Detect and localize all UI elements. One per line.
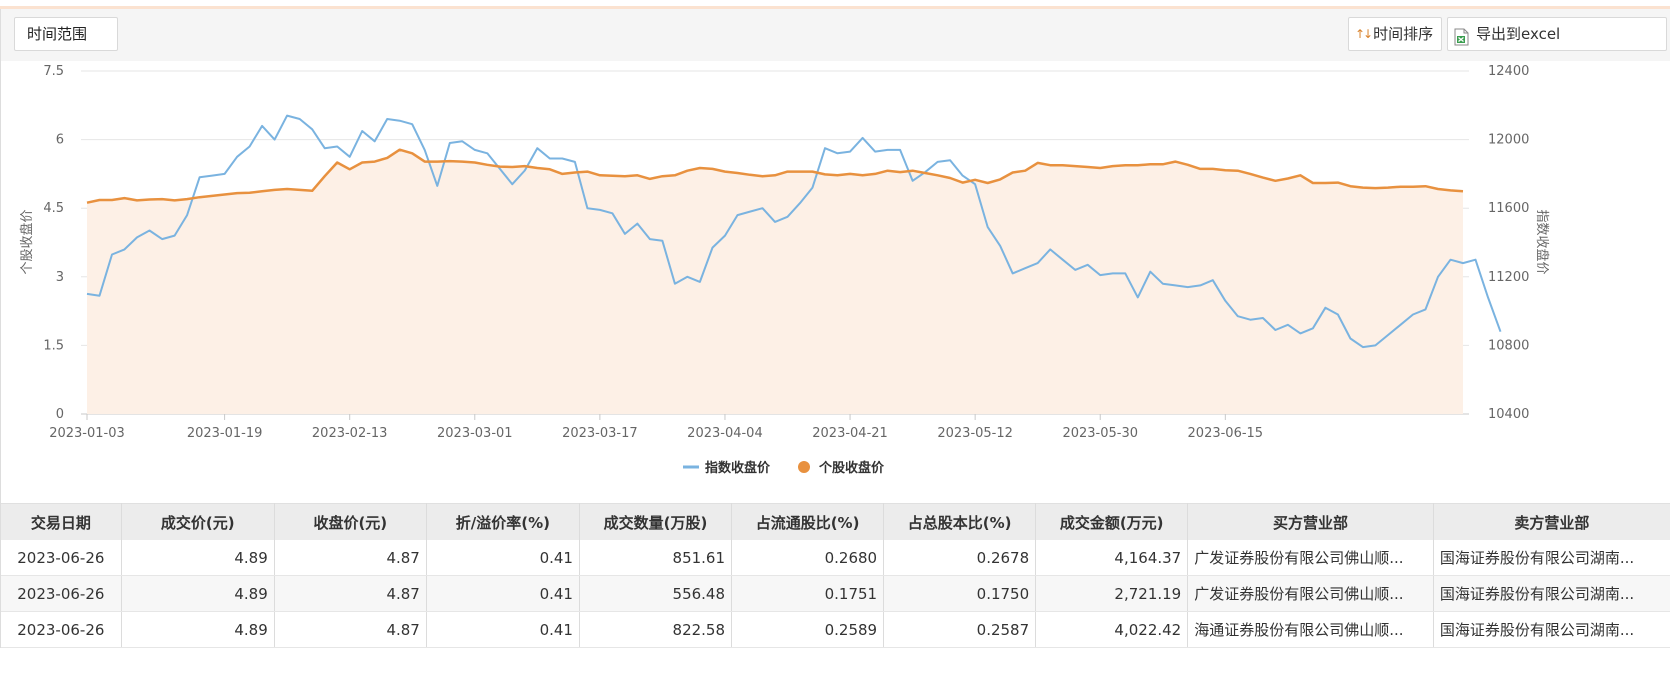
cell-volume: 822.58 [579,611,733,648]
top-accent-strip [0,0,1670,9]
export-excel-button[interactable]: 导出到excel [1447,17,1667,51]
x-axis-tick: 2023-04-21 [812,426,888,441]
cell-date: 2023-06-26 [1,540,122,576]
x-axis-tick: 2023-06-15 [1188,426,1264,441]
cell-premium-rate: 0.41 [426,575,580,612]
x-axis-tick: 2023-01-19 [187,426,263,441]
col-amount[interactable]: 成交金额(万元) [1035,503,1189,540]
right-axis-tick: 10400 [1488,407,1529,422]
cell-volume: 556.48 [579,575,733,612]
time-range-label: 时间范围 [27,25,88,43]
cell-total-ratio: 0.2678 [883,540,1037,576]
price-chart: 0 10400 1.5 10800 3 11200 4.5 11600 6 12000 7.5 124… [19,64,1550,476]
cell-close-price: 4.87 [274,540,427,576]
chart-area: 0 10400 1.5 10800 3 11200 4.5 11600 6 12000 7.5 124… [0,61,1670,503]
right-axis-tick: 11200 [1488,270,1529,285]
cell-volume: 851.61 [579,540,733,576]
col-deal-price[interactable]: 成交价(元) [121,503,275,540]
sort-label: 时间排序 [1373,25,1434,43]
col-close-price[interactable]: 收盘价(元) [274,503,427,540]
cell-float-ratio: 0.2589 [731,611,885,648]
cell-seller[interactable]: 国海证券股份有限公司湖南... [1433,540,1670,576]
block-trade-table: 交易日期 成交价(元) 收盘价(元) 折/溢价率(%) 成交数量(万股) 占流通… [0,503,1670,648]
cell-float-ratio: 0.2680 [731,540,885,576]
left-axis-tick: 1.5 [43,338,64,353]
sort-arrows-icon: ↑↓ [1355,27,1373,41]
right-axis-tick: 12000 [1488,133,1529,148]
legend-stock-label: 个股收盘价 [818,460,885,476]
left-axis-label: 个股收盘价 [19,209,35,274]
cell-deal-price: 4.89 [121,611,275,648]
x-axis-tick: 2023-03-17 [562,426,638,441]
export-label: 导出到excel [1476,25,1561,43]
cell-date: 2023-06-26 [1,575,122,612]
left-axis-tick: 3 [56,270,64,285]
excel-icon [1454,25,1470,46]
cell-amount: 4,164.37 [1035,540,1189,576]
cell-buyer[interactable]: 广发证券股份有限公司佛山顺... [1187,540,1434,576]
col-volume[interactable]: 成交数量(万股) [579,503,733,540]
x-axis-tick: 2023-03-01 [437,426,513,441]
x-axis-tick: 2023-05-30 [1062,426,1138,441]
table-row[interactable]: 2023-06-26 4.89 4.87 0.41 822.58 0.2589 … [1,611,1670,648]
toolbar: 时间范围 ↑↓ 时间排序 导出到excel [0,9,1670,61]
x-axis-tick: 2023-04-04 [687,426,763,441]
cell-buyer[interactable]: 海通证券股份有限公司佛山顺... [1187,611,1434,648]
table-row[interactable]: 2023-06-26 4.89 4.87 0.41 556.48 0.1751 … [1,575,1670,612]
legend-stock-marker [798,461,810,473]
cell-deal-price: 4.89 [121,540,275,576]
col-total-ratio[interactable]: 占总股本比(%) [883,503,1037,540]
table-row[interactable]: 2023-06-26 4.89 4.87 0.41 851.61 0.2680 … [1,540,1670,576]
left-axis-tick: 4.5 [43,201,64,216]
x-axis-tick: 2023-01-03 [49,426,125,441]
left-axis-tick: 7.5 [43,64,64,79]
cell-float-ratio: 0.1751 [731,575,885,612]
x-axis-tick: 2023-05-12 [937,426,1013,441]
time-range-button[interactable]: 时间范围 [14,17,118,51]
col-buyer[interactable]: 买方营业部 [1187,503,1434,540]
cell-premium-rate: 0.41 [426,540,580,576]
cell-buyer[interactable]: 广发证券股份有限公司佛山顺... [1187,575,1434,612]
col-trade-date[interactable]: 交易日期 [1,503,122,540]
cell-amount: 4,022.42 [1035,611,1189,648]
legend-index-label: 指数收盘价 [705,460,771,476]
cell-deal-price: 4.89 [121,575,275,612]
col-premium-rate[interactable]: 折/溢价率(%) [426,503,580,540]
right-axis-tick: 11600 [1488,201,1529,216]
cell-seller[interactable]: 国海证券股份有限公司湖南... [1433,611,1670,648]
sort-by-time-button[interactable]: ↑↓ 时间排序 [1348,17,1442,51]
cell-total-ratio: 0.1750 [883,575,1037,612]
x-axis-tick: 2023-02-13 [312,426,388,441]
left-axis-tick: 6 [56,133,64,148]
left-axis-tick: 0 [56,407,64,422]
cell-total-ratio: 0.2587 [883,611,1037,648]
cell-seller[interactable]: 国海证券股份有限公司湖南... [1433,575,1670,612]
col-float-ratio[interactable]: 占流通股比(%) [731,503,885,540]
cell-premium-rate: 0.41 [426,611,580,648]
cell-close-price: 4.87 [274,611,427,648]
cell-amount: 2,721.19 [1035,575,1189,612]
cell-close-price: 4.87 [274,575,427,612]
table-header-row: 交易日期 成交价(元) 收盘价(元) 折/溢价率(%) 成交数量(万股) 占流通… [1,503,1670,540]
col-seller[interactable]: 卖方营业部 [1433,503,1670,540]
right-axis-tick: 10800 [1488,338,1529,353]
right-axis-tick: 12400 [1488,64,1529,79]
right-axis-label: 指数收盘价 [1534,209,1550,274]
cell-date: 2023-06-26 [1,611,122,648]
